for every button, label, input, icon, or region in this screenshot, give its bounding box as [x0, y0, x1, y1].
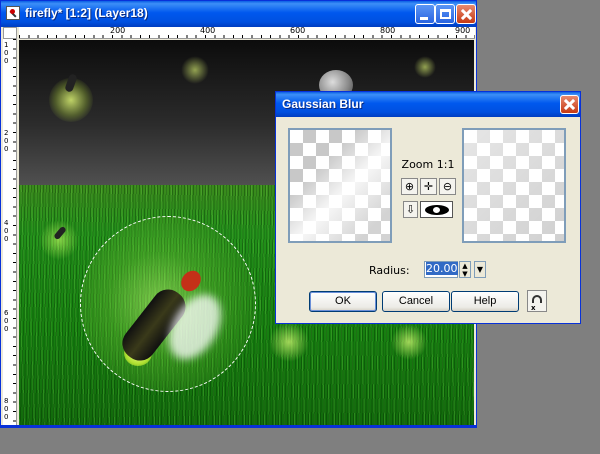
reset-icon: [532, 295, 542, 303]
image-window-titlebar[interactable]: firefly* [1:2] (Layer18): [1, 1, 476, 27]
maximize-icon: [440, 9, 451, 19]
ruler-h-label: 800: [380, 26, 396, 35]
radius-value: 20.00: [426, 262, 458, 275]
reset-button[interactable]: x: [527, 290, 547, 312]
toggle-preview-eye-button[interactable]: [420, 201, 453, 218]
dialog-title: Gaussian Blur: [282, 97, 364, 111]
ruler-h-label: 900: [455, 26, 471, 35]
maximize-button[interactable]: [435, 4, 455, 24]
preview-arrow-button[interactable]: ⇩: [403, 201, 418, 218]
dialog-titlebar[interactable]: Gaussian Blur: [276, 92, 580, 117]
minimize-icon: [420, 17, 428, 20]
firefly-glow: [181, 56, 209, 84]
ruler-v-label: 200: [4, 129, 9, 153]
vertical-ruler[interactable]: 100 200 400 600 800: [3, 39, 17, 427]
after-preview[interactable]: [462, 128, 566, 243]
ruler-v-label: 600: [4, 309, 9, 333]
before-preview[interactable]: [288, 128, 392, 243]
ruler-h-label: 400: [200, 26, 216, 35]
move-icon: ✛: [423, 180, 434, 193]
radius-dropdown-button[interactable]: ▼: [474, 261, 486, 278]
zoom-out-icon: ⊖: [442, 180, 453, 193]
pan-button[interactable]: ✛: [420, 178, 437, 195]
zoom-label: Zoom 1:1: [401, 158, 455, 171]
horizontal-ruler[interactable]: 200 400 600 800 900: [19, 27, 475, 39]
firefly-glow: [391, 324, 427, 360]
radius-spinner[interactable]: ▲ ▼: [459, 261, 471, 278]
arrow-down-icon: ⇩: [405, 203, 416, 216]
minimize-button[interactable]: [415, 4, 435, 24]
ruler-v-label: 800: [4, 397, 9, 421]
firefly-glow: [39, 220, 79, 260]
firefly-glow: [414, 56, 436, 78]
image-window-title: firefly* [1:2] (Layer18): [25, 6, 148, 20]
ruler-v-label: 400: [4, 219, 9, 243]
ruler-v-label: 100: [4, 41, 9, 65]
dialog-close-button[interactable]: [560, 95, 579, 114]
ruler-h-label: 200: [110, 26, 126, 35]
window-border: [1, 425, 476, 427]
firefly-glow: [269, 322, 309, 362]
cancel-button[interactable]: Cancel: [382, 291, 450, 312]
radius-label: Radius:: [369, 264, 410, 277]
gaussian-blur-dialog: Gaussian Blur Zoom 1:1 ⊕ ✛ ⊖ ⇩ Radius: 2…: [275, 91, 581, 324]
ok-button[interactable]: OK: [309, 291, 377, 312]
ruler-h-label: 600: [290, 26, 306, 35]
zoom-in-icon: ⊕: [404, 180, 415, 193]
zoom-in-button[interactable]: ⊕: [401, 178, 418, 195]
close-button[interactable]: [456, 4, 476, 24]
radius-input[interactable]: 20.00: [424, 261, 458, 278]
zoom-out-button[interactable]: ⊖: [439, 178, 456, 195]
app-icon[interactable]: [6, 6, 20, 20]
help-button[interactable]: Help: [451, 291, 519, 312]
ruler-corner[interactable]: [3, 27, 17, 39]
